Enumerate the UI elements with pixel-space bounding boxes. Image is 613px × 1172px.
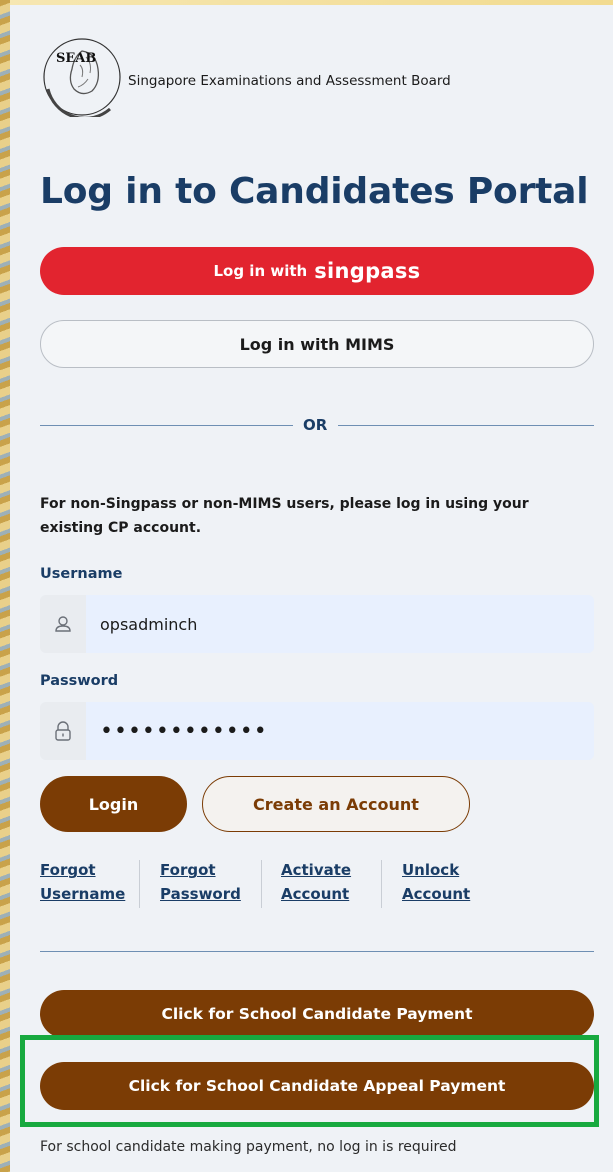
login-button[interactable]: Login: [40, 776, 187, 832]
link-line: Username: [40, 885, 126, 903]
section-divider: [40, 951, 594, 952]
link-line: Forgot: [40, 861, 96, 879]
link-line: Account: [402, 885, 471, 903]
username-field-group: [40, 595, 594, 653]
highlight-box: [20, 1035, 599, 1127]
link-line: Account: [281, 885, 350, 903]
divider-line-right: [338, 425, 594, 426]
link-line: Forgot: [160, 861, 216, 879]
or-divider: OR: [40, 413, 594, 437]
login-info-text: For non-Singpass or non-MIMS users, plea…: [40, 496, 529, 536]
link-separator: [139, 860, 140, 908]
singpass-logo: singpass: [314, 259, 421, 283]
school-candidate-payment-button[interactable]: Click for School Candidate Payment: [40, 990, 594, 1038]
seab-logo: SEAB: [40, 17, 130, 120]
link-line: Unlock: [402, 861, 460, 879]
username-input[interactable]: [86, 595, 594, 653]
password-label: Password: [40, 673, 119, 689]
unlock-account-link[interactable]: Unlock Account: [402, 858, 470, 906]
or-text: OR: [303, 416, 328, 434]
link-separator: [261, 860, 262, 908]
forgot-username-link[interactable]: Forgot Username: [40, 858, 125, 906]
user-icon: [40, 595, 86, 653]
payment-footnote: For school candidate making payment, no …: [40, 1139, 457, 1155]
login-panel: SEAB Singapore Examinations and Assessme…: [10, 5, 613, 1172]
svg-text:SEAB: SEAB: [56, 51, 96, 66]
activate-account-link[interactable]: Activate Account: [281, 858, 351, 906]
password-field-group: [40, 702, 594, 760]
username-label: Username: [40, 566, 123, 582]
link-line: Password: [160, 885, 241, 903]
mims-login-button[interactable]: Log in with MIMS: [40, 320, 594, 368]
link-line: Activate: [281, 861, 352, 879]
password-input[interactable]: [86, 702, 594, 760]
lock-icon: [40, 702, 86, 760]
singpass-login-button[interactable]: Log in with singpass: [40, 247, 594, 295]
organization-name: Singapore Examinations and Assessment Bo…: [128, 73, 451, 89]
page-title: Log in to Candidates Portal: [40, 171, 589, 212]
link-separator: [381, 860, 382, 908]
divider-line-left: [40, 425, 293, 426]
forgot-password-link[interactable]: Forgot Password: [160, 858, 241, 906]
background-decoration: [0, 0, 10, 1172]
singpass-button-label: Log in with: [213, 262, 308, 280]
create-account-button[interactable]: Create an Account: [202, 776, 470, 832]
